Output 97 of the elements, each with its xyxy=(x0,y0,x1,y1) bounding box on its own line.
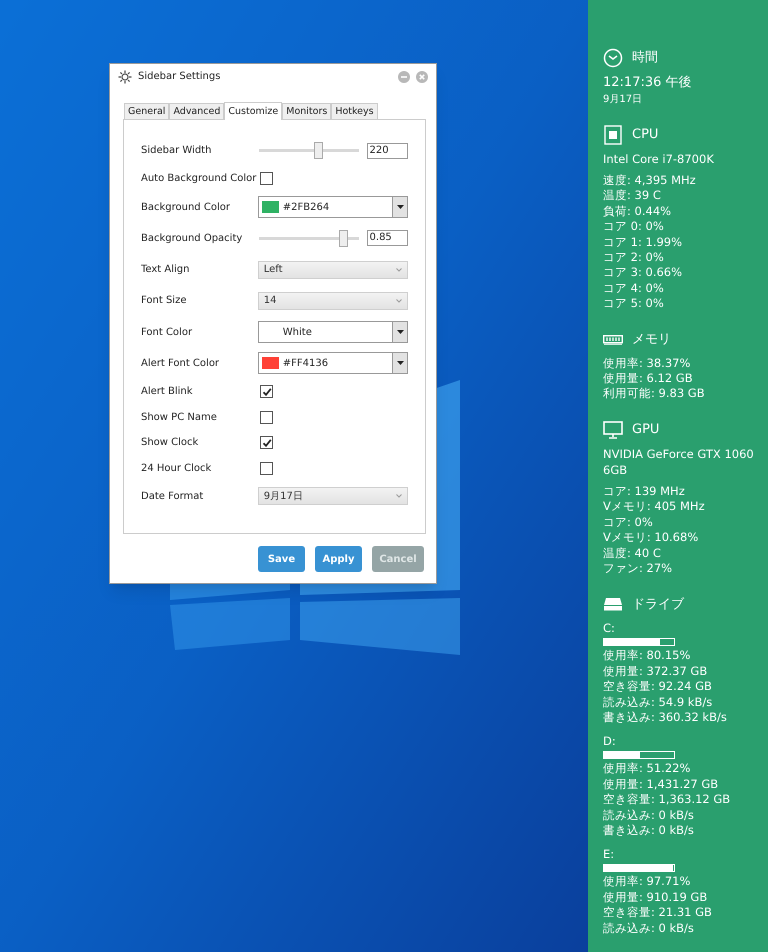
color-dropdown[interactable]: #FF4136 xyxy=(258,352,408,374)
setting-label: Date Format xyxy=(141,490,204,504)
window-title: Sidebar Settings xyxy=(138,70,220,84)
stat-text: 負荷: 0.44% xyxy=(603,204,672,220)
slider-thumb[interactable] xyxy=(338,230,348,247)
tab[interactable]: Advanced xyxy=(169,103,224,119)
caret-icon xyxy=(396,205,404,210)
stat-text: 使用量: 1,431.27 GB xyxy=(603,776,720,792)
caret-icon xyxy=(396,330,404,334)
tab[interactable]: General xyxy=(124,103,170,119)
chevron-icon xyxy=(396,298,402,303)
setting-label: Auto Background Color xyxy=(141,172,258,186)
stat-text: 使用量: 6.12 GB xyxy=(603,371,694,386)
stat-text: 使用率: 38.37% xyxy=(603,356,692,372)
checkbox[interactable] xyxy=(260,436,273,450)
stat-text: 空き容量: 21.31 GB xyxy=(603,905,713,921)
stat-text: 速度: 4,395 MHz xyxy=(603,173,697,188)
stat-text: コア 1: 1.99% xyxy=(603,234,684,250)
stat-text: 空き容量: 1,363.12 GB xyxy=(603,792,732,808)
stat-text: 空き容量: 92.24 GB xyxy=(603,679,713,695)
stat-text: 使用率: 80.15% xyxy=(603,648,692,664)
dropdown-button[interactable] xyxy=(392,353,407,374)
tab[interactable]: Hotkeys xyxy=(331,103,378,119)
color-dropdown[interactable]: #2FB264 xyxy=(258,196,408,218)
dropdown[interactable]: 9月17日 xyxy=(258,487,408,506)
model-name: NVIDIA GeForce GTX 1060 xyxy=(603,446,755,462)
color-dropdown[interactable]: White xyxy=(258,321,408,344)
checkbox[interactable] xyxy=(260,385,273,398)
model-name: Intel Core i7-8700K xyxy=(603,151,715,167)
stat-text: コア 4: 0% xyxy=(603,280,665,296)
setting-label: Alert Blink xyxy=(141,385,194,400)
stat-text: 利用可能: 9.83 GB xyxy=(603,386,706,402)
clock-date: 9月17日 xyxy=(603,93,644,107)
slider-thumb[interactable] xyxy=(314,142,323,160)
drive-name: C: xyxy=(603,620,616,636)
setting-label: Alert Font Color xyxy=(141,356,220,371)
chevron-icon xyxy=(396,268,402,272)
stat-text: 書き込み: 0 kB/s xyxy=(603,822,695,838)
chevron-icon xyxy=(396,494,402,498)
number-field[interactable]: 0.85 xyxy=(366,230,408,246)
stat-text: コア 3: 0.66% xyxy=(603,265,684,281)
setting-label: Font Size xyxy=(141,294,188,308)
section-title: CPU xyxy=(632,126,658,144)
drive-name: D: xyxy=(603,733,617,750)
checkbox[interactable] xyxy=(260,410,273,424)
setting-label: Show Clock xyxy=(141,436,200,450)
stat-text: コア: 139 MHz xyxy=(603,484,686,500)
model-name: 6GB xyxy=(603,462,628,478)
stat-text: Vメモリ: 10.68% xyxy=(603,530,700,546)
memory-icon xyxy=(603,334,623,345)
monitor-icon xyxy=(603,420,623,439)
tab[interactable]: Monitors xyxy=(282,103,332,119)
stat-text: 使用量: 910.19 GB xyxy=(603,890,708,906)
stat-text: 使用率: 97.71% xyxy=(603,874,692,890)
clock-time: 12:17:36 午後 xyxy=(603,74,693,92)
dropdown-button[interactable] xyxy=(392,322,407,342)
section-title: メモリ xyxy=(632,330,671,349)
setting-label: Text Align xyxy=(141,263,190,278)
setting-label: Background Opacity xyxy=(141,232,244,246)
color-value: #2FB264 xyxy=(282,200,330,215)
section-title: ドライブ xyxy=(632,596,684,614)
stat-text: 読み込み: 54.9 kB/s xyxy=(603,694,714,710)
drive-icon xyxy=(603,597,623,612)
stat-text: 温度: 39 C xyxy=(603,188,662,204)
stat-text: コア: 0% xyxy=(603,514,654,530)
stat-text: 温度: 40 C xyxy=(603,546,662,561)
color-value: #FF4136 xyxy=(282,356,328,371)
stat-text: コア 0: 0% xyxy=(603,219,665,235)
checkbox[interactable] xyxy=(260,172,273,186)
stat-text: 読み込み: 0 kB/s xyxy=(603,808,695,823)
dropdown-button[interactable] xyxy=(392,197,407,218)
tab[interactable]: Customize xyxy=(224,102,282,120)
stat-text: 書き込み: 360.32 kB/s xyxy=(603,710,728,726)
stat-text: 使用量: 372.37 GB xyxy=(603,664,708,680)
setting-label: Sidebar Width xyxy=(141,144,212,158)
number-field[interactable]: 220 xyxy=(366,142,408,159)
section-title: 時間 xyxy=(632,49,658,68)
checkbox[interactable] xyxy=(260,462,273,475)
stat-text: 読み込み: 0 kB/s xyxy=(603,920,695,936)
setting-label: Background Color xyxy=(141,200,231,215)
caret-icon xyxy=(396,361,404,366)
stat-text: コア 2: 0% xyxy=(603,250,665,266)
clock-icon xyxy=(603,48,623,68)
cpu-icon xyxy=(604,125,622,145)
setting-label: Show PC Name xyxy=(141,410,218,425)
stat-text: Vメモリ: 405 MHz xyxy=(603,499,706,515)
stat-text: コア 5: 0% xyxy=(603,296,665,312)
drive-name: E: xyxy=(603,846,616,862)
section-title: GPU xyxy=(632,421,660,440)
dropdown[interactable]: Left xyxy=(258,260,408,279)
dropdown[interactable]: 14 xyxy=(258,292,408,310)
color-value: White xyxy=(282,326,312,340)
gear-icon xyxy=(118,70,132,84)
stat-text: 使用率: 51.22% xyxy=(603,761,692,777)
setting-label: Font Color xyxy=(141,326,194,340)
stat-text: ファン: 27% xyxy=(603,560,674,576)
setting-label: 24 Hour Clock xyxy=(141,462,212,476)
